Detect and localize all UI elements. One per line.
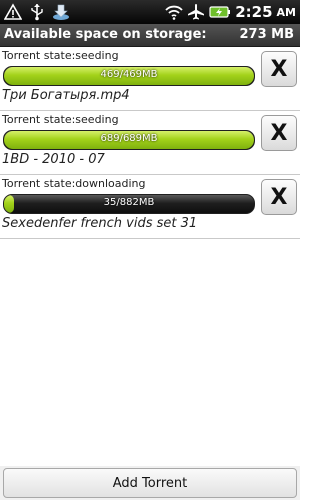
torrent-state: Torrent state:seeding — [2, 49, 119, 62]
progress-bar: 35/882MB — [3, 194, 255, 214]
progress-bar: 689/689MB — [3, 130, 255, 150]
torrent-item[interactable]: Torrent state:downloading 35/882MB Sexed… — [0, 175, 300, 239]
notification-icons — [3, 2, 70, 22]
clock-time: 2:25 — [235, 3, 273, 21]
status-bar: 2:25 AM — [0, 0, 300, 24]
progress-text: 469/469MB — [100, 69, 158, 80]
storage-header: Available space on storage: 273 MB — [0, 24, 300, 47]
torrent-list: Torrent state:seeding 469/469MB Три Бога… — [0, 47, 300, 239]
battery-charging-icon — [209, 3, 231, 21]
wifi-icon — [165, 3, 183, 21]
remove-torrent-button[interactable]: X — [261, 115, 297, 151]
torrent-name: 1BD - 2010 - 07 — [2, 152, 105, 167]
system-icons: 2:25 AM — [165, 2, 296, 22]
clock-ampm: AM — [276, 5, 296, 19]
torrent-state: Torrent state:seeding — [2, 113, 119, 126]
torrent-name: Три Богатыря.mp4 — [2, 88, 130, 103]
progress-text: 689/689MB — [100, 133, 158, 144]
usb-icon — [28, 3, 46, 21]
bottom-bar: Add Torrent — [0, 466, 300, 500]
remove-torrent-button[interactable]: X — [261, 51, 297, 87]
storage-label: Available space on storage: — [4, 27, 207, 42]
storage-value: 273 MB — [239, 27, 294, 42]
airplane-icon — [187, 3, 205, 21]
progress-text: 35/882MB — [103, 197, 155, 208]
torrent-state: Torrent state:downloading — [2, 177, 146, 190]
torrent-item[interactable]: Torrent state:seeding 689/689MB 1BD - 20… — [0, 111, 300, 175]
download-icon — [52, 3, 70, 21]
add-torrent-button[interactable]: Add Torrent — [3, 468, 297, 498]
warning-icon — [3, 3, 23, 21]
remove-torrent-button[interactable]: X — [261, 179, 297, 215]
torrent-name: Sexedenfer french vids set 31 — [2, 216, 198, 231]
progress-bar: 469/469MB — [3, 66, 255, 86]
torrent-item[interactable]: Torrent state:seeding 469/469MB Три Бога… — [0, 47, 300, 111]
